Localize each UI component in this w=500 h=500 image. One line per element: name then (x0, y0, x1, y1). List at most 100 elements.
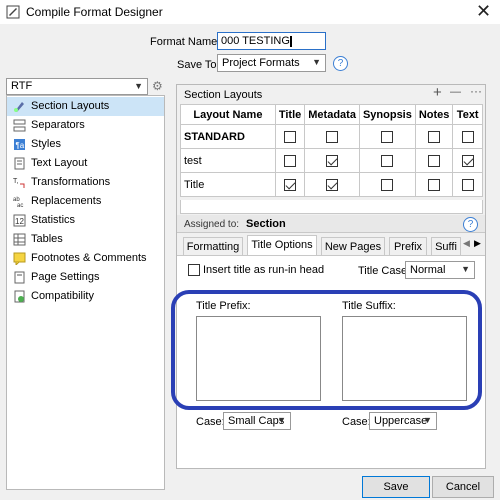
close-icon[interactable]: ✕ (476, 1, 491, 22)
synopsis-checkbox[interactable] (381, 154, 394, 167)
text-checkbox[interactable] (461, 154, 474, 167)
highlight-annotation (171, 290, 482, 410)
sidebar-item-separators[interactable]: Separators (7, 116, 164, 135)
suffix-case-value: Uppercase (374, 415, 428, 427)
sidebar-item-footnotes-comments[interactable]: Footnotes & Comments (7, 249, 164, 268)
replacements-icon: abac (13, 197, 23, 208)
column-header: Title (274, 104, 306, 125)
title-bar: Compile Format Designer ✕ (0, 0, 500, 24)
scrivener-app-icon (6, 5, 20, 19)
save-to-value: Project Formats (222, 57, 300, 69)
prefix-case-value: Small Caps (228, 415, 285, 427)
window-title: Compile Format Designer (26, 5, 163, 19)
add-layout-button[interactable]: + (433, 84, 442, 101)
svg-text:12: 12 (15, 217, 24, 226)
sidebar-item-replacements[interactable]: ab ac Replacements (7, 192, 164, 211)
synopsis-checkbox[interactable] (381, 130, 394, 143)
tab-suffix[interactable]: Suffi (431, 237, 461, 256)
assigned-value: Section (246, 218, 286, 230)
metadata-checkbox[interactable] (326, 178, 339, 191)
text-checkbox[interactable] (461, 130, 474, 143)
column-header: Metadata (304, 104, 360, 125)
column-header: Layout Name (180, 104, 276, 125)
compatibility-icon (14, 290, 25, 303)
sidebar-item-section-layouts[interactable]: Section Layouts (7, 97, 164, 116)
sidebar-item-label: Section Layouts (31, 100, 110, 112)
text-layout-icon (14, 157, 25, 170)
suffix-case-select[interactable]: Uppercase ▼ (369, 412, 437, 430)
cancel-button[interactable]: Cancel (432, 476, 494, 498)
chevron-left-icon[interactable]: ◀ (463, 238, 470, 249)
tab-new-pages[interactable]: New Pages (321, 237, 385, 256)
sidebar-item-page-settings[interactable]: Page Settings (7, 268, 164, 287)
tab-title-options[interactable]: Title Options (247, 235, 317, 256)
format-name-input[interactable]: 000 TESTING (217, 32, 326, 50)
help-icon[interactable]: ? (333, 56, 348, 71)
help-icon[interactable]: ? (463, 217, 478, 232)
title-case-value: Normal (410, 264, 446, 276)
section-layouts-table: Layout Name Title Metadata Synopsis Note… (180, 104, 483, 197)
format-type-select[interactable]: RTF ▼ (6, 78, 148, 95)
notes-checkbox[interactable] (428, 178, 441, 191)
metadata-checkbox[interactable] (326, 154, 339, 167)
gear-icon[interactable]: ⚙ (152, 79, 163, 93)
sidebar-item-text-layout[interactable]: Text Layout (7, 154, 164, 173)
column-header: Synopsis (358, 104, 416, 125)
table-row[interactable]: STANDARD (180, 124, 483, 149)
sidebar-item-tables[interactable]: Tables (7, 230, 164, 249)
suffix-case-label: Case: (342, 416, 371, 428)
save-to-select[interactable]: Project Formats ▼ (217, 54, 326, 72)
table-row[interactable]: Title (180, 172, 483, 197)
prefix-case-label: Case: (196, 416, 225, 428)
runin-checkbox[interactable] (188, 264, 200, 277)
title-checkbox[interactable] (284, 178, 297, 191)
synopsis-checkbox[interactable] (381, 178, 394, 191)
tab-formatting[interactable]: Formatting (183, 237, 243, 256)
chevron-down-icon: ▼ (423, 415, 432, 425)
sidebar-item-label: Text Layout (31, 157, 88, 169)
sidebar-item-label: Replacements (31, 195, 102, 207)
statistics-icon: 12 (13, 214, 26, 227)
format-name-value: 000 TESTING (221, 35, 290, 47)
section-layouts-icon (14, 102, 24, 112)
notes-checkbox[interactable] (428, 130, 441, 143)
title-checkbox[interactable] (284, 130, 297, 143)
save-button[interactable]: Save (362, 476, 430, 498)
column-header: Notes (414, 104, 454, 125)
sidebar-item-statistics[interactable]: 12 Statistics (7, 211, 164, 230)
chevron-right-icon[interactable]: ▶ (474, 238, 481, 249)
transformations-icon: T, (13, 178, 25, 188)
sidebar-item-compatibility[interactable]: Compatibility (7, 287, 164, 306)
chevron-down-icon: ▼ (461, 264, 470, 274)
more-options-button[interactable]: ··· (470, 84, 482, 98)
tables-icon (13, 233, 26, 246)
text-checkbox[interactable] (461, 178, 474, 191)
runin-label: Insert title as run-in head (203, 264, 325, 276)
format-type-value: RTF (11, 80, 33, 92)
layout-name: test (180, 148, 276, 173)
svg-text:T,: T, (13, 178, 19, 185)
footnotes-icon (13, 252, 26, 265)
styles-icon: ¶a (14, 139, 25, 150)
table-row[interactable]: test (180, 148, 483, 173)
svg-text:ac: ac (17, 203, 23, 208)
tab-prefix[interactable]: Prefix (389, 237, 427, 256)
title-case-label: Title Case: (358, 265, 411, 277)
metadata-checkbox[interactable] (326, 130, 339, 143)
sidebar-item-label: Page Settings (31, 271, 100, 283)
prefix-case-select[interactable]: Small Caps ▼ (223, 412, 291, 430)
column-header: Text (452, 104, 483, 125)
separators-icon (13, 119, 26, 132)
section-layouts-header: Section Layouts (184, 89, 263, 101)
notes-checkbox[interactable] (428, 154, 441, 167)
svg-text:¶a: ¶a (16, 141, 25, 150)
title-checkbox[interactable] (284, 154, 297, 167)
chevron-down-icon: ▼ (312, 57, 321, 67)
sidebar-item-label: Compatibility (31, 290, 94, 302)
sidebar-item-transformations[interactable]: T, Transformations (7, 173, 164, 192)
title-case-select[interactable]: Normal ▼ (405, 261, 475, 279)
sidebar-item-label: Separators (31, 119, 85, 131)
sidebar-item-styles[interactable]: ¶a Styles (7, 135, 164, 154)
table-header-row: Layout Name Title Metadata Synopsis Note… (180, 104, 483, 125)
remove-layout-button[interactable]: — (450, 86, 461, 98)
